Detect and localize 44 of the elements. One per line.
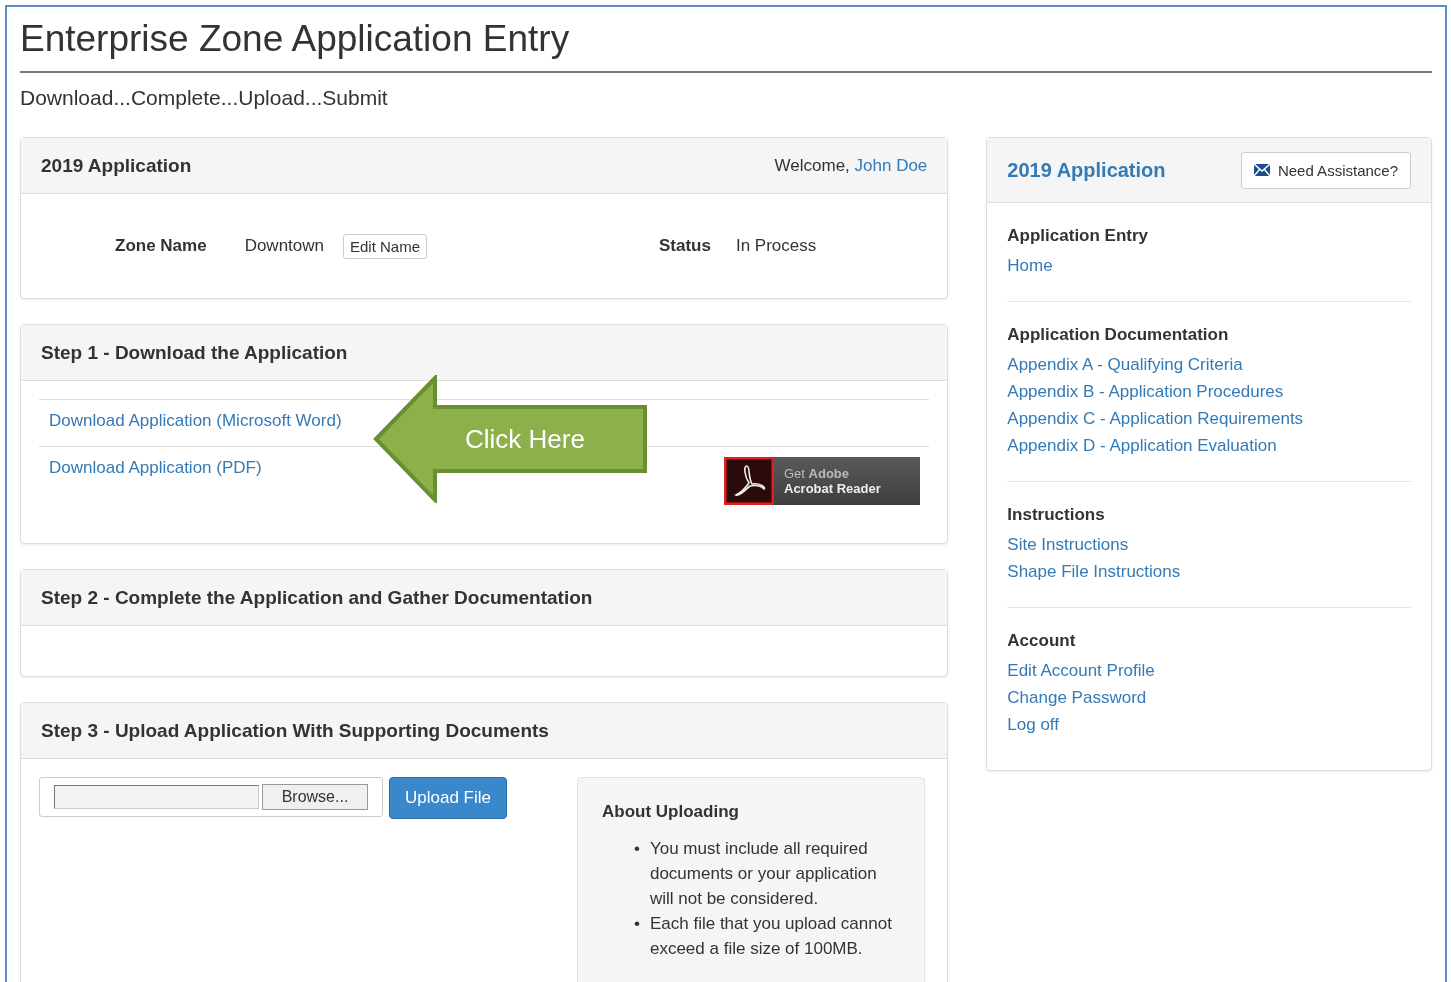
field-value: Downtown (244, 236, 324, 256)
pdf-icon (724, 457, 774, 505)
sidebar-link[interactable]: Appendix D - Application Evaluation (1007, 432, 1277, 459)
sidebar-link[interactable]: Site Instructions (1007, 531, 1129, 558)
mail-icon (1253, 164, 1270, 176)
badge-text: Get Adobe Acrobat Reader (784, 466, 881, 496)
bullet: • (634, 913, 640, 935)
page-subtitle: Download...Complete...Upload...Submit (20, 86, 389, 110)
section-heading: Application Entry (1007, 226, 1149, 246)
acrobat-reader-badge[interactable]: Get Adobe Acrobat Reader (724, 457, 920, 505)
file-input[interactable]: Browse... (39, 777, 383, 817)
bullet: • (634, 838, 640, 860)
sidebar-link[interactable]: Edit Account Profile (1007, 657, 1155, 684)
sidebar-link[interactable]: Shape File Instructions (1007, 558, 1181, 585)
arrow-label: Click Here (465, 424, 585, 455)
step-title: Step 3 - Upload Application With Supporting Documents (41, 719, 549, 742)
sidebar-link[interactable]: Home (1007, 252, 1053, 279)
upload-button[interactable]: Upload File (389, 777, 507, 819)
panel-title: 2019 Application (41, 154, 192, 177)
field-label: Zone Name (115, 236, 207, 256)
sidebar-link[interactable]: Appendix A - Qualifying Criteria (1007, 351, 1243, 378)
field-value: In Process (735, 236, 817, 256)
sidebar-title: 2019 Application (1007, 158, 1166, 182)
sidebar-link[interactable]: Appendix C - Application Requirements (1007, 405, 1304, 432)
field-label: Status (659, 236, 711, 256)
page-title: Enterprise Zone Application Entry (20, 17, 571, 61)
sidebar-link[interactable]: Appendix B - Application Procedures (1007, 378, 1284, 405)
step-title: Step 1 - Download the Application (41, 341, 348, 364)
about-item: You must include all required documents or your application will not be considered. (649, 838, 878, 910)
download-link[interactable]: Download Application (Microsoft Word) (49, 411, 342, 430)
edit-name-button[interactable]: Edit Name (343, 233, 428, 259)
browse-button[interactable]: Browse... (262, 784, 368, 810)
about-item: Each file that you upload cannot exceed a file size of 100MB. (649, 913, 893, 960)
download-link[interactable]: Download Application (PDF) (49, 458, 262, 477)
user-name-link[interactable]: John Doe (854, 155, 928, 175)
about-title: About Uploading (602, 802, 740, 822)
welcome-text: Welcome, John Doe (774, 155, 928, 176)
sidebar-link[interactable]: Log off (1007, 711, 1059, 738)
section-heading: Instructions (1007, 505, 1105, 525)
section-heading: Account (1007, 631, 1076, 651)
step-title: Step 2 - Complete the Application and Gather Documentation (41, 586, 593, 609)
section-heading: Application Documentation (1007, 325, 1229, 345)
need-assistance-button[interactable]: Need Assistance? (1240, 151, 1411, 189)
sidebar-link[interactable]: Change Password (1007, 684, 1147, 711)
